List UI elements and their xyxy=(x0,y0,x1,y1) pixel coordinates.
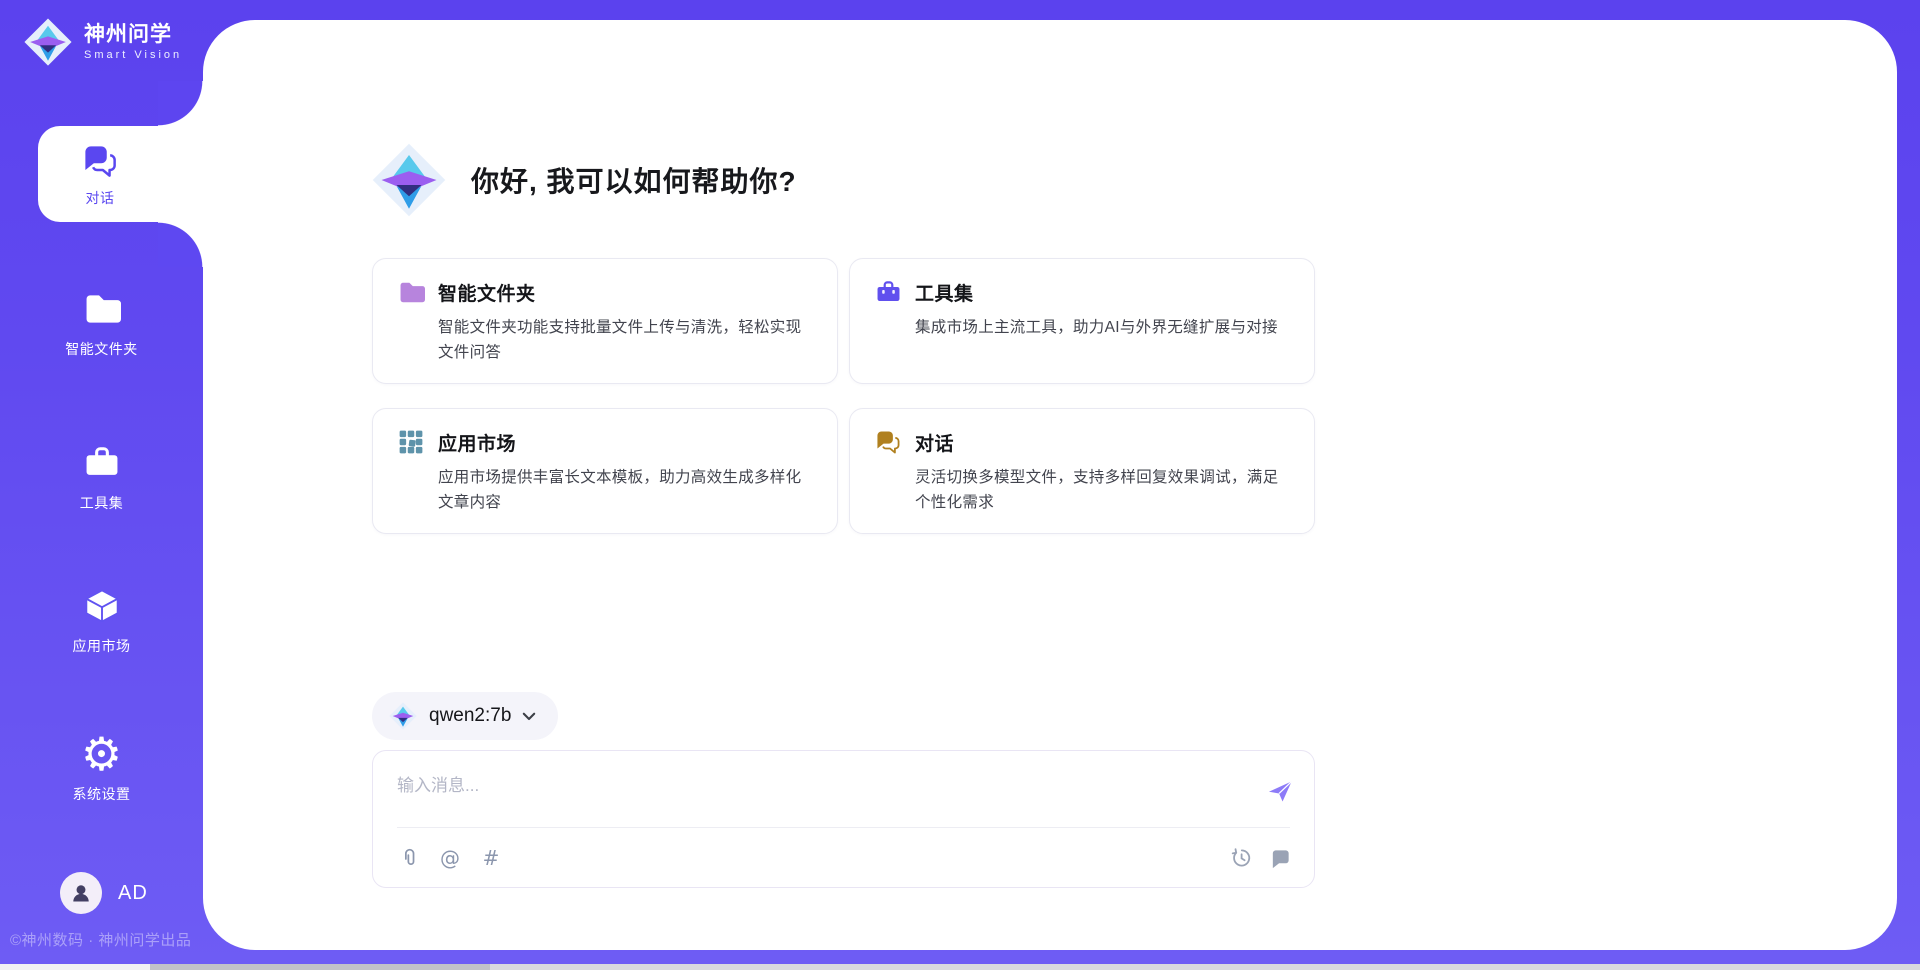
avatar xyxy=(60,872,102,914)
sidebar-item-label: 工具集 xyxy=(80,493,124,513)
attach-file-icon[interactable] xyxy=(397,846,421,870)
brand-subtitle: Smart Vision xyxy=(84,49,182,61)
card-description: 集成市场上主流工具，助力AI与外界无缝扩展与对接 xyxy=(874,315,1290,340)
user-account[interactable]: AD xyxy=(60,872,148,914)
assistant-diamond-icon xyxy=(369,140,449,220)
folder-icon xyxy=(81,288,123,330)
toolbox-icon xyxy=(81,442,123,484)
user-name: AD xyxy=(118,882,148,905)
model-diamond-icon xyxy=(388,701,418,731)
grid-icon xyxy=(397,428,425,456)
toolbox-icon xyxy=(874,278,902,306)
chevron-down-icon xyxy=(522,712,536,721)
card-description: 应用市场提供丰富长文本模板，助力高效生成多样化文章内容 xyxy=(397,465,813,515)
brand-logo: 神州问学 Smart Vision xyxy=(22,16,182,68)
mention-icon[interactable]: @ xyxy=(438,846,462,870)
cube-icon xyxy=(81,585,123,627)
card-smart-folder[interactable]: 智能文件夹 智能文件夹功能支持批量文件上传与清洗，轻松实现文件问答 xyxy=(372,258,838,384)
card-title: 对话 xyxy=(915,429,954,456)
sidebar-item-label: 对话 xyxy=(86,188,115,208)
card-title: 工具集 xyxy=(915,279,974,306)
brand-name: 神州问学 xyxy=(84,23,182,47)
model-selector[interactable]: qwen2:7b xyxy=(372,692,558,740)
greeting-title: 你好, 我可以如何帮助你? xyxy=(471,160,797,200)
active-tab-curve-top xyxy=(158,81,203,126)
greeting-block: 你好, 我可以如何帮助你? xyxy=(369,140,797,220)
card-title: 智能文件夹 xyxy=(438,279,536,306)
send-icon[interactable] xyxy=(1266,777,1294,805)
new-chat-bubble-icon[interactable] xyxy=(1268,846,1292,870)
card-toolset[interactable]: 工具集 集成市场上主流工具，助力AI与外界无缝扩展与对接 xyxy=(849,258,1315,384)
folder-icon xyxy=(397,278,425,306)
brand-diamond-icon xyxy=(22,16,74,68)
sidebar-item-label: 智能文件夹 xyxy=(65,339,138,359)
hashtag-icon[interactable]: # xyxy=(479,846,503,870)
active-tab-curve-bottom xyxy=(158,222,203,267)
sidebar-item-smart-folder[interactable]: 智能文件夹 xyxy=(0,288,203,359)
chat-icon xyxy=(874,428,902,456)
sidebar-item-toolset[interactable]: 工具集 xyxy=(0,442,203,513)
card-chat[interactable]: 对话 灵活切换多模型文件，支持多样回复效果调试，满足个性化需求 xyxy=(849,408,1315,534)
card-app-market[interactable]: 应用市场 应用市场提供丰富长文本模板，助力高效生成多样化文章内容 xyxy=(372,408,838,534)
person-icon xyxy=(68,880,94,906)
sidebar-item-label: 应用市场 xyxy=(73,636,131,656)
horizontal-scrollbar[interactable] xyxy=(0,964,1920,970)
card-title: 应用市场 xyxy=(438,429,516,456)
copyright-footer: ©神州数码 · 神州问学出品 xyxy=(10,929,191,950)
sidebar-item-settings[interactable]: ⚙ 系统设置 xyxy=(0,733,203,804)
feature-cards: 智能文件夹 智能文件夹功能支持批量文件上传与清洗，轻松实现文件问答 工具集 集成… xyxy=(372,258,1315,534)
history-icon[interactable] xyxy=(1229,846,1253,870)
card-description: 智能文件夹功能支持批量文件上传与清洗，轻松实现文件问答 xyxy=(397,315,813,365)
gear-icon: ⚙ xyxy=(81,733,123,775)
sidebar-item-app-market[interactable]: 应用市场 xyxy=(0,585,203,656)
sidebar-item-chat[interactable]: 对话 xyxy=(38,126,203,222)
scrollbar-thumb[interactable] xyxy=(150,964,490,970)
chat-icon xyxy=(79,140,121,182)
sidebar: 神州问学 Smart Vision 对话 智能文件夹 工具集 应用市场 ⚙ 系统… xyxy=(0,0,203,970)
message-composer: @ # xyxy=(372,750,1315,888)
model-name: qwen2:7b xyxy=(429,705,511,727)
scrollbar-corner xyxy=(0,964,150,970)
sidebar-item-label: 系统设置 xyxy=(73,784,131,804)
card-description: 灵活切换多模型文件，支持多样回复效果调试，满足个性化需求 xyxy=(874,465,1290,515)
message-input[interactable] xyxy=(373,751,1233,823)
